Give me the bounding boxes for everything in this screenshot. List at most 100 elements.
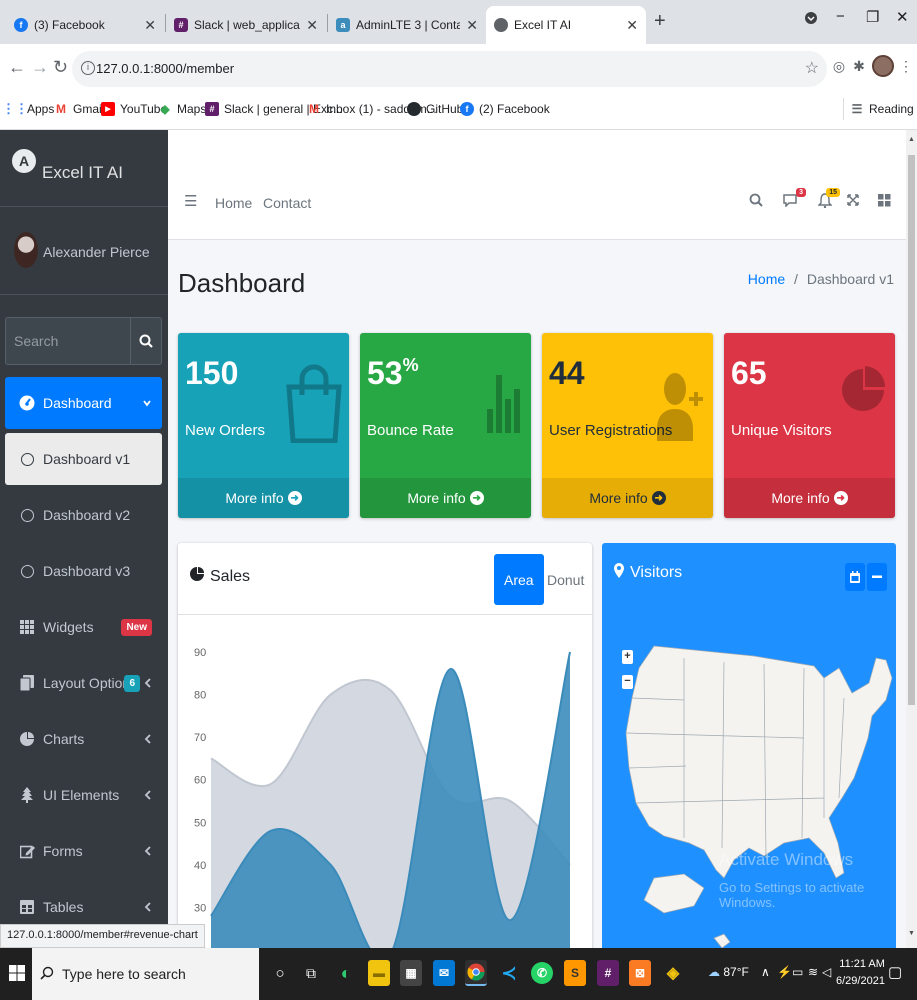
extension-icon[interactable]: ◎ bbox=[831, 58, 847, 76]
calendar-button[interactable] bbox=[845, 563, 865, 591]
card-header: Sales Area Donut bbox=[178, 543, 592, 615]
forward-icon[interactable]: → bbox=[31, 57, 49, 78]
scroll-up-icon[interactable]: ▲ bbox=[908, 136, 915, 143]
sidebar-item-ui-elements[interactable]: UI Elements bbox=[5, 769, 162, 821]
weather-widget[interactable]: ☁ 87°F bbox=[708, 965, 749, 979]
control-sidebar-grid-icon[interactable] bbox=[874, 190, 894, 210]
file-explorer-icon[interactable]: ▬ bbox=[368, 960, 390, 986]
new-tab-icon[interactable]: + bbox=[654, 10, 666, 33]
sidebar-item-dashboard-v1[interactable]: Dashboard v1 bbox=[5, 433, 162, 485]
minimize-icon[interactable]: − bbox=[836, 8, 845, 25]
user-name[interactable]: Alexander Pierce bbox=[43, 244, 150, 260]
close-tab-icon[interactable]: ✕ bbox=[466, 17, 478, 34]
more-info-link[interactable]: More info ➜ bbox=[178, 478, 349, 518]
hamburger-menu-icon[interactable]: ☰ bbox=[184, 192, 197, 210]
tab-search-icon[interactable] bbox=[804, 11, 818, 29]
search-icon[interactable] bbox=[130, 317, 162, 365]
bookmark-apps[interactable]: ⋮⋮ Apps bbox=[2, 101, 54, 116]
bookmark-facebook[interactable]: f (2) Facebook bbox=[460, 102, 550, 116]
taskbar-search-box[interactable]: Type here to search bbox=[32, 948, 259, 1000]
xampp-icon[interactable]: ⊠ bbox=[629, 960, 651, 986]
sidebar-item-dashboard-v2[interactable]: Dashboard v2 bbox=[5, 489, 162, 541]
scroll-down-icon[interactable]: ▼ bbox=[908, 930, 915, 937]
tab-donut[interactable]: Donut bbox=[537, 554, 592, 605]
nav-link-contact[interactable]: Contact bbox=[263, 195, 311, 211]
windows-start-icon[interactable] bbox=[9, 965, 25, 984]
reading-list[interactable]: ☰Reading list bbox=[850, 102, 917, 116]
browser-tab[interactable]: # Slack | web_application_develop ✕ bbox=[166, 6, 326, 44]
sidebar-item-label: Widgets bbox=[43, 619, 94, 635]
cortana-icon[interactable]: ○ bbox=[269, 960, 291, 986]
chrome-icon[interactable] bbox=[465, 960, 487, 986]
close-tab-icon[interactable]: ✕ bbox=[626, 17, 638, 34]
browser-tab[interactable]: f (3) Facebook ✕ bbox=[6, 6, 164, 44]
collapse-button[interactable] bbox=[867, 563, 887, 591]
bookmark-maps[interactable]: ◆ Maps bbox=[158, 102, 206, 116]
sidebar-item-widgets[interactable]: Widgets New bbox=[5, 601, 162, 653]
task-view-icon[interactable]: ⧉ bbox=[300, 960, 322, 986]
sidebar-item-dashboard-v3[interactable]: Dashboard v3 bbox=[5, 545, 162, 597]
bookmark-github[interactable]: GitHub bbox=[407, 102, 463, 116]
notifications-bell-icon[interactable]: 15 bbox=[815, 188, 840, 210]
extensions-puzzle-icon[interactable]: ✱ bbox=[851, 58, 867, 76]
messages-icon[interactable]: 3 bbox=[781, 188, 806, 210]
main-sidebar: A Excel IT AI Alexander Pierce Dashboard… bbox=[0, 130, 168, 948]
omnibox[interactable]: i 127.0.0.1:8000/member ☆ bbox=[72, 51, 827, 87]
bookmark-star-icon[interactable]: ☆ bbox=[805, 58, 819, 78]
tray-chevron-icon[interactable]: ∧ bbox=[761, 965, 770, 979]
volume-icon[interactable]: ◁ bbox=[822, 965, 831, 979]
clock-date: 6/29/2021 bbox=[836, 975, 885, 987]
sidebar-item-charts[interactable]: Charts bbox=[5, 713, 162, 765]
app-icon[interactable]: ◈ bbox=[662, 960, 684, 986]
reload-icon[interactable]: ↻ bbox=[53, 57, 68, 78]
store-icon[interactable]: ▦ bbox=[400, 960, 422, 986]
user-avatar[interactable] bbox=[14, 232, 38, 268]
mail-icon[interactable]: ✉ bbox=[433, 960, 455, 986]
sublime-text-icon[interactable]: S bbox=[564, 960, 586, 986]
scrollbar-thumb[interactable] bbox=[908, 155, 915, 705]
nav-link-home[interactable]: Home bbox=[215, 195, 252, 211]
stat-label: Unique Visitors bbox=[731, 422, 832, 439]
more-info-link[interactable]: More info ➜ bbox=[360, 478, 531, 518]
battery-icon[interactable]: ▭ bbox=[792, 965, 803, 979]
breadcrumb-home-link[interactable]: Home bbox=[748, 271, 785, 287]
fullscreen-icon[interactable] bbox=[843, 190, 863, 210]
sidebar-item-layout-options[interactable]: Layout Options 6 bbox=[5, 657, 162, 709]
browser-tab-active[interactable]: Excel IT AI ✕ bbox=[486, 6, 646, 44]
sidebar-search-input[interactable] bbox=[5, 317, 130, 365]
notification-center-icon[interactable]: ▢ bbox=[888, 963, 902, 981]
slack-icon[interactable]: # bbox=[597, 960, 619, 986]
wifi-icon[interactable]: ≋ bbox=[808, 965, 818, 979]
card-title: Sales bbox=[210, 567, 251, 585]
close-tab-icon[interactable]: ✕ bbox=[144, 17, 156, 34]
url-text[interactable]: 127.0.0.1:8000/member bbox=[96, 61, 234, 76]
search-icon[interactable] bbox=[746, 190, 766, 210]
facebook-icon: f bbox=[460, 102, 474, 116]
pie-chart-icon bbox=[190, 567, 204, 586]
table-icon bbox=[19, 900, 35, 914]
edge-icon[interactable]: ◐ bbox=[335, 960, 357, 986]
y-tick-label: 30 bbox=[194, 902, 206, 914]
vscode-icon[interactable]: ≺ bbox=[498, 960, 520, 986]
stat-label: New Orders bbox=[185, 422, 266, 439]
menu-dots-icon[interactable]: ⋮ bbox=[898, 58, 914, 76]
browser-tab[interactable]: a AdminLTE 3 | Contacts ✕ bbox=[328, 6, 486, 44]
sidebar-item-dashboard[interactable]: Dashboard bbox=[5, 377, 162, 429]
info-icon[interactable]: i bbox=[81, 61, 95, 75]
bookmark-gmail[interactable]: M Gmail bbox=[54, 102, 104, 116]
more-info-link[interactable]: More info ➜ bbox=[724, 478, 895, 518]
restore-icon[interactable]: ❐ bbox=[866, 8, 879, 26]
more-info-link[interactable]: More info ➜ bbox=[542, 478, 713, 518]
back-icon[interactable]: ← bbox=[8, 57, 26, 78]
close-window-icon[interactable]: ✕ bbox=[896, 8, 909, 26]
sidebar-item-forms[interactable]: Forms bbox=[5, 825, 162, 877]
network-icon[interactable]: ⚡ bbox=[777, 965, 792, 979]
profile-avatar[interactable] bbox=[872, 55, 894, 77]
taskbar-clock[interactable]: 11:21 AM 6/29/2021 bbox=[836, 956, 885, 990]
close-tab-icon[interactable]: ✕ bbox=[306, 17, 318, 34]
user-plus-icon bbox=[657, 371, 703, 444]
whatsapp-icon[interactable]: ✆ bbox=[531, 962, 553, 984]
page-scrollbar[interactable]: ▲ ▼ bbox=[906, 130, 917, 948]
brand-link[interactable]: A Excel IT AI bbox=[0, 130, 168, 207]
user-panel: Alexander Pierce bbox=[0, 208, 168, 295]
